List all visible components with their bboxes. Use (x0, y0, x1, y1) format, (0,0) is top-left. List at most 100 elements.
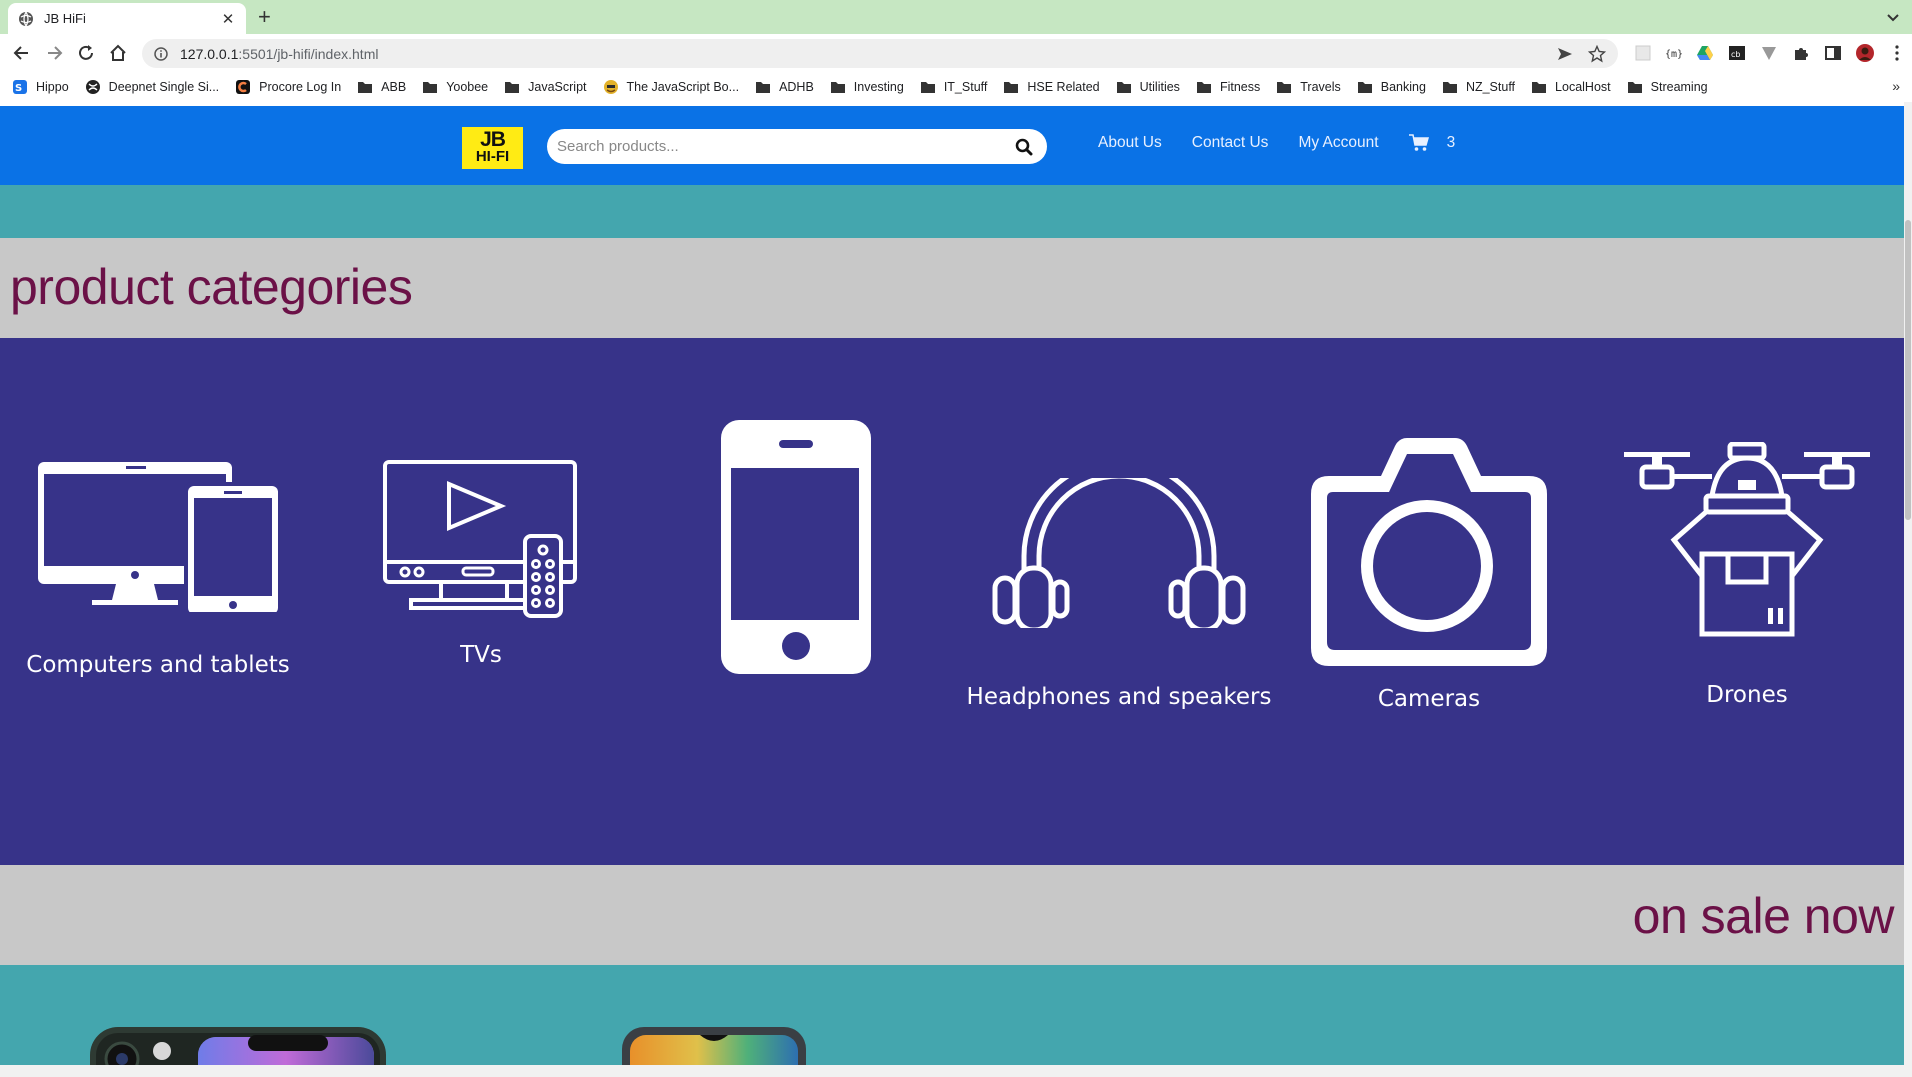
bookmark-label: NZ_Stuff (1465, 80, 1516, 94)
procore-icon (236, 80, 251, 94)
bookmark-item[interactable]: Investing (830, 79, 904, 95)
bookmark-item[interactable]: Fitness (1196, 79, 1260, 95)
nav-my-account[interactable]: My Account (1298, 134, 1378, 152)
bookmark-label: Travels (1300, 80, 1341, 94)
category-tvs[interactable]: TVs (376, 458, 586, 668)
bookmark-label: Banking (1380, 80, 1426, 94)
address-bar[interactable]: 127.0.0.1:5501/jb-hifi/index.html (142, 39, 1618, 68)
iphone-product-image[interactable] (88, 1025, 388, 1065)
url-text: 127.0.0.1:5501/jb-hifi/index.html (180, 46, 1542, 62)
bookmark-item[interactable]: Deepnet Single Si... (85, 79, 220, 95)
bookmark-item[interactable]: HSE Related (1003, 79, 1100, 95)
new-tab-button[interactable]: + (258, 6, 271, 28)
categories-heading: product categories (10, 259, 413, 315)
logo-text-top: JB (480, 128, 506, 151)
site-info-icon[interactable] (154, 46, 168, 61)
category-cameras[interactable]: Cameras (1306, 426, 1552, 712)
folder-icon (1196, 82, 1211, 93)
send-icon[interactable] (1556, 45, 1574, 63)
profile-avatar[interactable] (1856, 44, 1874, 62)
cart-count[interactable]: 3 (1447, 134, 1456, 152)
bookmark-label: HSE Related (1027, 80, 1100, 94)
folder-icon (1116, 82, 1131, 93)
bookmark-label: Procore Log In (259, 80, 342, 94)
extension-code-icon[interactable]: {m} (1664, 44, 1682, 62)
bookmark-item[interactable]: Yoobee (422, 79, 488, 95)
site-header: JB HI-FI About Us Contact Us My Account … (0, 106, 1904, 185)
bookmark-label: Utilities (1139, 80, 1180, 94)
extension-blank-icon[interactable] (1634, 44, 1652, 62)
bookmark-item[interactable]: JavaScript (504, 79, 587, 95)
folder-icon (1004, 82, 1019, 93)
url-host: 127.0.0.1 (180, 45, 239, 62)
bookmark-item[interactable]: Banking (1357, 79, 1426, 95)
bookmark-star-icon[interactable] (1588, 44, 1606, 63)
svg-text:cb: cb (1731, 50, 1740, 59)
sale-heading-band: on sale now (0, 865, 1904, 965)
categories-section: Computers and tablets TVs Headphones and… (0, 338, 1904, 865)
bookmark-label: Fitness (1219, 80, 1261, 94)
bookmark-item[interactable]: IT_Stuff (920, 79, 988, 95)
jb-hifi-logo[interactable]: JB HI-FI (462, 127, 523, 169)
browser-tab[interactable]: JB HiFi ✕ (8, 3, 246, 34)
bookmark-item[interactable]: NZ_Stuff (1442, 79, 1515, 95)
sale-heading: on sale now (1632, 888, 1895, 944)
bookmark-item[interactable]: The JavaScript Bo... (603, 79, 739, 95)
categories-heading-band: product categories (0, 238, 1904, 338)
tab-search-chevron-icon[interactable] (1884, 8, 1902, 26)
tab-close-icon[interactable]: ✕ (220, 10, 236, 28)
bookmark-item[interactable]: LocalHost (1531, 79, 1611, 95)
category-label: Drones (1706, 682, 1788, 708)
search-icon[interactable] (1015, 138, 1033, 156)
category-computers-tablets[interactable]: Computers and tablets (26, 454, 290, 678)
bookmark-item[interactable]: ABB (357, 79, 406, 95)
category-label: TVs (460, 642, 502, 668)
page-viewport: JB HI-FI About Us Contact Us My Account … (0, 102, 1904, 1065)
bookmark-item[interactable]: Procore Log In (235, 79, 341, 95)
side-panel-icon[interactable] (1824, 44, 1842, 62)
folder-icon (1442, 82, 1457, 93)
category-label: Computers and tablets (26, 652, 290, 678)
tab-title: JB HiFi (44, 11, 86, 26)
bookmark-label: JavaScript (528, 80, 587, 94)
sale-products-band (0, 965, 1904, 1065)
search-input[interactable] (557, 138, 1015, 155)
extensions-puzzle-icon[interactable] (1792, 44, 1810, 62)
back-arrow-icon[interactable] (12, 43, 32, 63)
shopping-cart-icon[interactable] (1408, 134, 1429, 152)
horizontal-scrollbar[interactable] (0, 1065, 1912, 1077)
folder-icon (423, 82, 438, 93)
reload-icon[interactable] (76, 43, 96, 63)
camera-icon (1311, 438, 1547, 666)
extension-v-icon[interactable] (1760, 44, 1778, 62)
url-path: :5501/jb-hifi/index.html (238, 45, 379, 62)
bookmark-item[interactable]: Streaming (1627, 79, 1708, 95)
bookmark-item[interactable]: ADHB (755, 79, 814, 95)
bookmarks-overflow-button[interactable]: » (1892, 78, 1900, 94)
category-phones[interactable] (716, 418, 876, 676)
forward-arrow-icon[interactable] (44, 43, 64, 63)
folder-icon (830, 82, 845, 93)
category-drones[interactable]: Drones (1620, 442, 1874, 708)
tv-icon (383, 460, 577, 618)
nav-contact-us[interactable]: Contact Us (1192, 134, 1269, 152)
nav-about-us[interactable]: About Us (1098, 134, 1162, 152)
globe-icon (19, 11, 33, 26)
folder-icon (920, 82, 935, 93)
browser-menu-icon[interactable] (1888, 44, 1906, 62)
folder-icon (1532, 82, 1547, 93)
google-drive-icon[interactable] (1696, 44, 1714, 62)
svg-text:{m}: {m} (1665, 49, 1682, 60)
bookmark-label: IT_Stuff (943, 80, 988, 94)
bookmark-label: Deepnet Single Si... (108, 80, 220, 94)
bookmark-item[interactable]: S Hippo (12, 79, 69, 95)
vertical-scrollbar-thumb[interactable] (1905, 220, 1911, 520)
extension-cb-icon[interactable]: cb (1728, 44, 1746, 62)
folder-icon (1627, 82, 1642, 93)
android-phone-product-image[interactable] (620, 1025, 808, 1065)
browser-toolbar: 127.0.0.1:5501/jb-hifi/index.html {m} cb (0, 34, 1912, 72)
bookmark-item[interactable]: Travels (1276, 79, 1341, 95)
bookmark-item[interactable]: Utilities (1116, 79, 1180, 95)
home-icon[interactable] (108, 43, 128, 63)
category-headphones-speakers[interactable]: Headphones and speakers (966, 478, 1272, 710)
